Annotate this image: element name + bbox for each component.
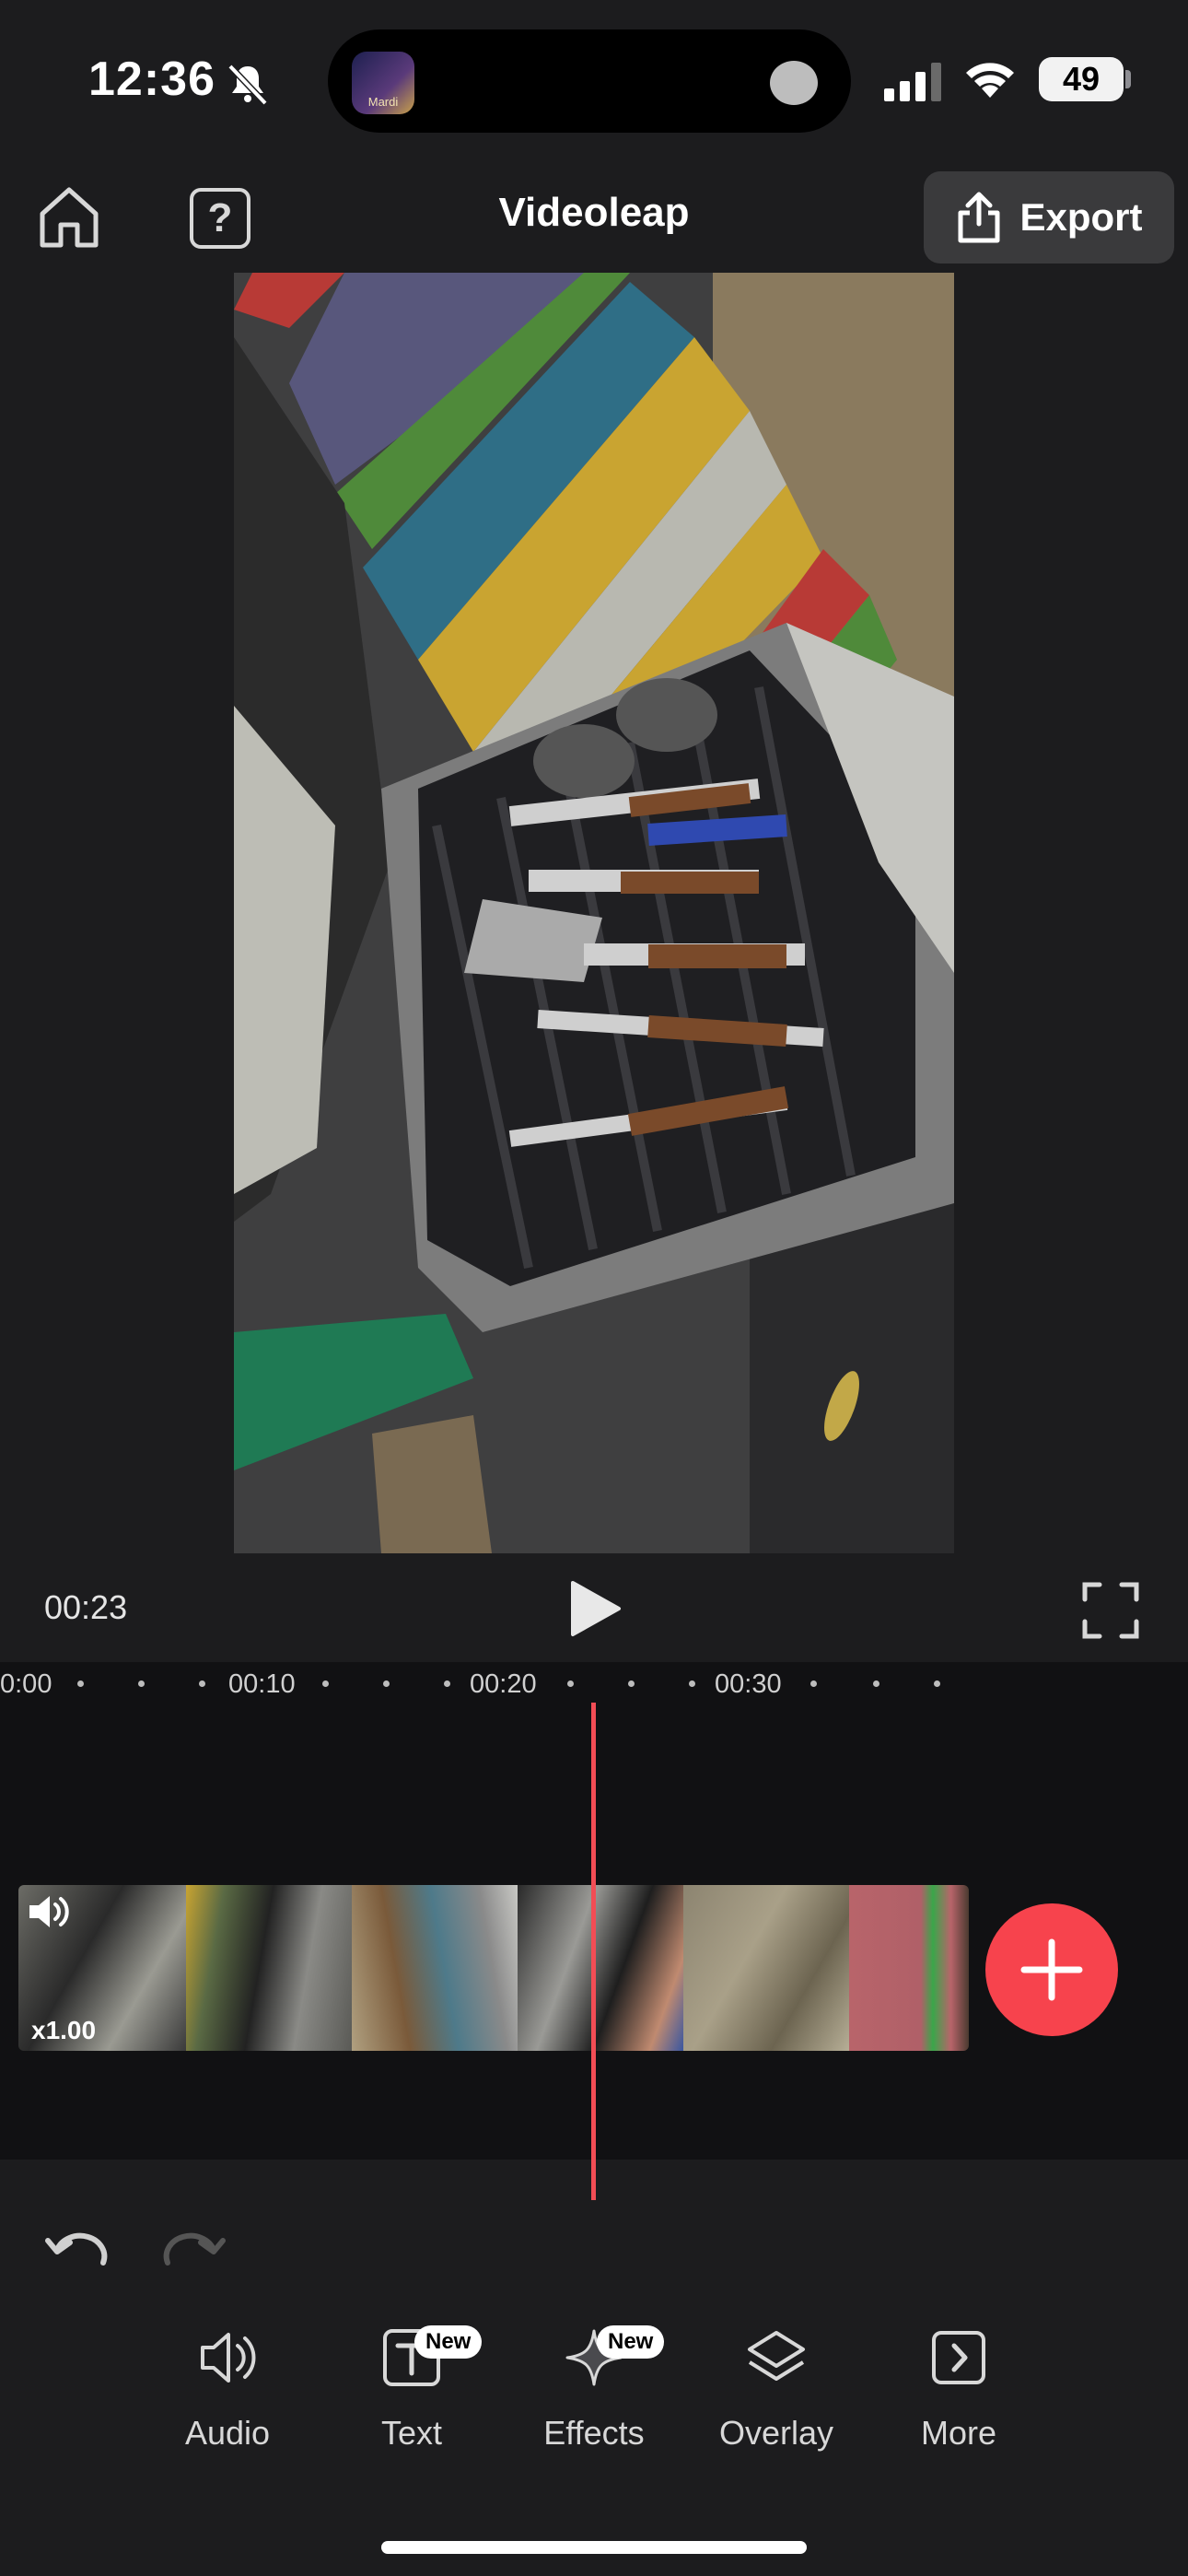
tool-label: More — [920, 2414, 997, 2452]
video-frame-image — [234, 273, 954, 1553]
battery-icon: 49 — [1039, 57, 1124, 101]
app-title: Videoleap — [498, 190, 690, 235]
layers-icon — [748, 2331, 805, 2381]
home-indicator[interactable] — [381, 2541, 807, 2554]
help-button[interactable]: ? — [190, 188, 250, 249]
tool-label: Overlay — [718, 2414, 834, 2452]
clip-thumbnail — [352, 1885, 518, 2051]
ruler-dot — [199, 1680, 205, 1687]
export-button[interactable]: Export — [924, 171, 1174, 263]
wifi-icon — [966, 63, 1014, 98]
play-icon[interactable] — [565, 1579, 623, 1638]
battery-cap — [1125, 70, 1131, 88]
island-indicator-icon — [770, 61, 818, 105]
clip-volume-icon[interactable] — [26, 1892, 74, 1931]
ruler-dot — [810, 1680, 817, 1687]
ruler-label-20: 00:20 — [470, 1669, 537, 1699]
video-preview[interactable] — [234, 273, 954, 1553]
ruler-dot — [383, 1680, 390, 1687]
video-clip-track[interactable] — [18, 1885, 969, 2051]
tool-label: Effects — [543, 2414, 645, 2452]
ruler-dot — [567, 1680, 574, 1687]
playhead[interactable] — [591, 1703, 596, 2200]
ruler-dot — [689, 1680, 695, 1687]
clip-thumbnail — [683, 1885, 849, 2051]
tool-more[interactable]: More — [880, 2325, 1037, 2473]
export-label: Export — [1019, 195, 1143, 239]
tool-label: Text — [380, 2414, 443, 2452]
new-badge: New — [414, 2325, 483, 2359]
clip-thumbnail — [849, 1885, 969, 2051]
tool-text[interactable]: New Text — [333, 2325, 490, 2473]
tool-label: Audio — [184, 2414, 271, 2452]
add-clip-button[interactable] — [985, 1903, 1118, 2036]
current-timecode: 00:23 — [44, 1588, 128, 1626]
redo-icon[interactable] — [160, 2230, 227, 2266]
tool-overlay[interactable]: Overlay — [698, 2325, 855, 2473]
undo-icon[interactable] — [44, 2230, 111, 2266]
ruler-dot — [444, 1680, 450, 1687]
now-playing-thumbnail[interactable]: Mardi — [352, 52, 414, 114]
home-icon[interactable] — [37, 184, 101, 251]
ruler-dot — [873, 1680, 879, 1687]
ruler-label-0: 0:00 — [0, 1669, 52, 1699]
plus-icon — [1020, 1938, 1083, 2001]
tool-audio[interactable]: Audio — [149, 2325, 306, 2473]
ruler-dot — [138, 1680, 145, 1687]
clip-speed-label: x1.00 — [31, 2016, 97, 2044]
ruler-dot — [77, 1680, 84, 1687]
clip-thumbnail — [518, 1885, 683, 2051]
new-badge: New — [597, 2325, 665, 2359]
ruler-label-30: 00:30 — [715, 1669, 782, 1699]
bell-muted-icon — [227, 64, 268, 106]
ruler-dot — [628, 1680, 635, 1687]
status-time: 12:36 — [88, 53, 215, 106]
ruler-label-10: 00:10 — [228, 1669, 296, 1699]
speaker-icon — [201, 2333, 256, 2383]
share-icon — [958, 192, 1000, 243]
cellular-signal-icon — [884, 63, 941, 101]
fullscreen-icon[interactable] — [1081, 1581, 1140, 1640]
clip-thumbnail — [186, 1885, 352, 2051]
tool-effects[interactable]: New Effects — [516, 2325, 672, 2473]
ruler-dot — [322, 1680, 329, 1687]
chevron-right-icon — [932, 2331, 985, 2384]
ruler-dot — [934, 1680, 940, 1687]
